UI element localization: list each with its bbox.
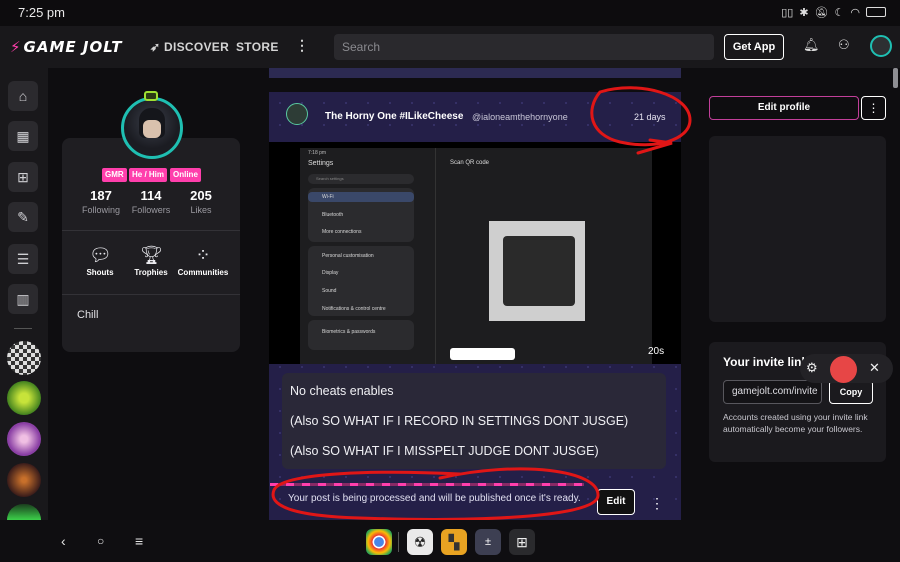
invite-link-field[interactable]: gamejolt.com/invite bbox=[723, 380, 822, 404]
app-drawer-icon[interactable]: ⊞ bbox=[509, 529, 535, 555]
copy-invite-button[interactable]: Copy bbox=[829, 380, 873, 404]
profile-more-icon[interactable]: ⋮ bbox=[861, 96, 886, 120]
chrome-icon[interactable] bbox=[366, 529, 392, 555]
recorder-settings-icon[interactable]: ⚙ bbox=[806, 360, 818, 376]
page-scrollbar[interactable] bbox=[893, 68, 898, 88]
back-icon[interactable]: ‹ bbox=[61, 533, 66, 549]
app-icon[interactable]: ☢ bbox=[407, 529, 433, 555]
invite-title: Your invite link bbox=[723, 355, 809, 369]
recorder-close-icon[interactable]: ✕ bbox=[869, 360, 880, 376]
recents-icon[interactable]: ≡ bbox=[135, 533, 143, 549]
home-circle-icon[interactable]: ○ bbox=[97, 534, 104, 548]
record-button[interactable] bbox=[830, 356, 857, 383]
calculator-icon[interactable]: ± bbox=[475, 529, 501, 555]
app-icon[interactable]: ▚ bbox=[441, 529, 467, 555]
invite-description: Accounts created using your invite link … bbox=[723, 412, 868, 434]
sidebar-card bbox=[709, 136, 886, 322]
dock-divider bbox=[398, 532, 399, 552]
edit-profile-button[interactable]: Edit profile bbox=[709, 96, 859, 120]
